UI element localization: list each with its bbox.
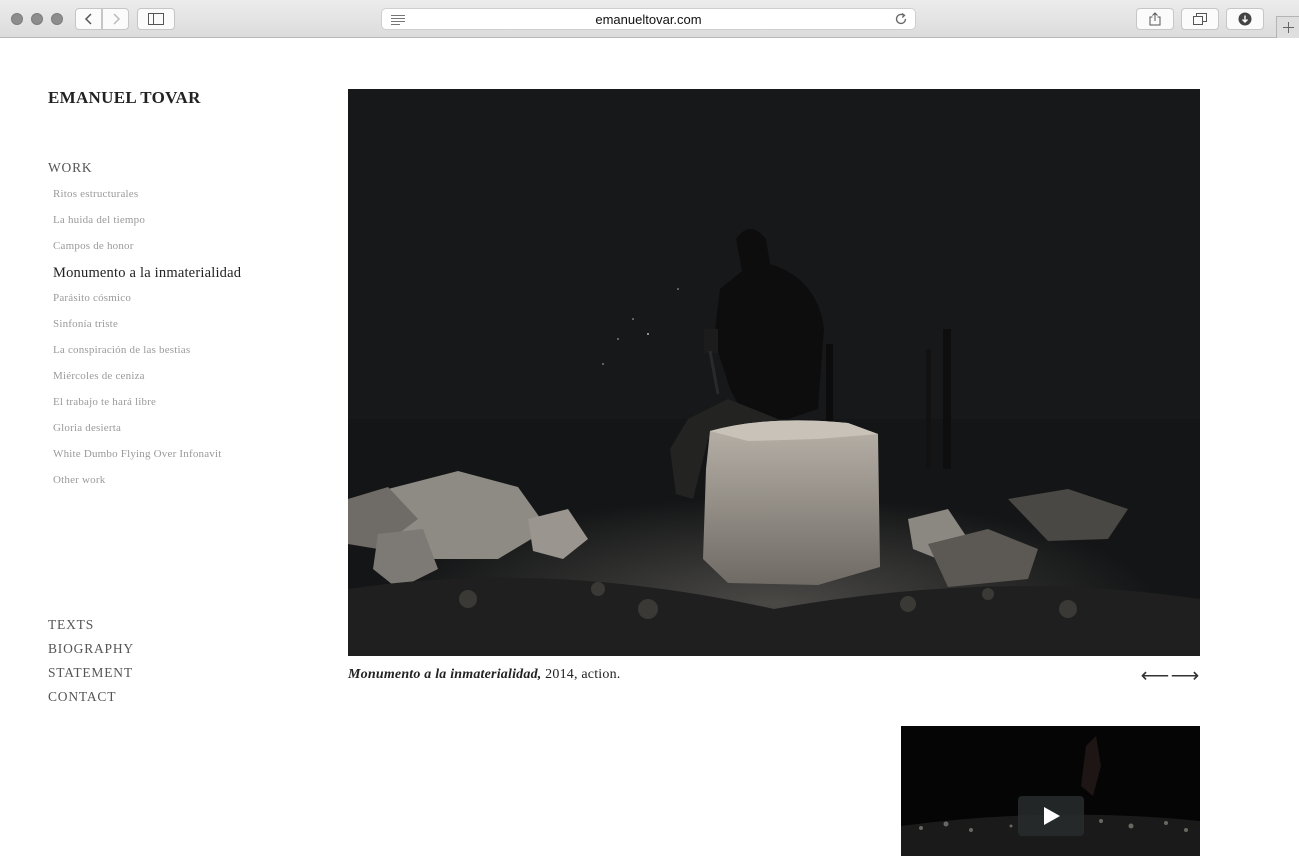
- nav-statement-link[interactable]: STATEMENT: [48, 664, 134, 688]
- tabs-overview-button[interactable]: [1181, 8, 1219, 30]
- sidebar-icon: [148, 13, 164, 25]
- video-player[interactable]: [901, 726, 1200, 856]
- reload-icon[interactable]: [894, 12, 908, 26]
- work-item[interactable]: Miércoles de ceniza: [53, 368, 241, 394]
- work-item[interactable]: White Dumbo Flying Over Infonavit: [53, 446, 241, 472]
- artwork-title: Monumento a la inmaterialidad,: [348, 667, 542, 682]
- zoom-window-button[interactable]: [51, 13, 63, 25]
- video-thumbnail: [901, 726, 1200, 856]
- downloads-button[interactable]: [1226, 8, 1264, 30]
- site-title[interactable]: EMANUEL TOVAR: [48, 88, 201, 108]
- work-item[interactable]: El trabajo te hará libre: [53, 394, 241, 420]
- previous-arrow-icon[interactable]: ⟵: [1140, 663, 1170, 688]
- chevron-right-icon: [112, 13, 120, 25]
- forward-button[interactable]: [102, 8, 129, 30]
- page-nav: TEXTS BIOGRAPHY STATEMENT CONTACT: [48, 616, 134, 712]
- play-icon: [1044, 807, 1060, 825]
- next-arrow-icon[interactable]: ⟶: [1170, 663, 1200, 688]
- artwork-caption: Monumento a la inmaterialidad, 2014, act…: [348, 667, 621, 683]
- gallery-arrows: ⟵⟶: [1140, 663, 1200, 688]
- share-button[interactable]: [1136, 8, 1174, 30]
- chevron-left-icon: [84, 13, 92, 25]
- work-item[interactable]: Ritos estructurales: [53, 186, 241, 212]
- artist-breaking-stone-photo: [348, 89, 1200, 656]
- nav-texts-link[interactable]: TEXTS: [48, 616, 134, 640]
- nav-biography-link[interactable]: BIOGRAPHY: [48, 640, 134, 664]
- tabs-icon: [1193, 13, 1207, 25]
- nav-work-heading[interactable]: WORK: [48, 160, 92, 176]
- minimize-window-button[interactable]: [31, 13, 43, 25]
- back-button[interactable]: [75, 8, 102, 30]
- work-item[interactable]: La conspiración de las bestias: [53, 342, 241, 368]
- plus-icon: [1282, 22, 1294, 33]
- play-button[interactable]: [1018, 796, 1084, 836]
- nav-contact-link[interactable]: CONTACT: [48, 688, 134, 712]
- work-item[interactable]: Campos de honor: [53, 238, 241, 264]
- work-item[interactable]: Gloria desierta: [53, 420, 241, 446]
- work-list: Ritos estructurales La huida del tiempo Ca…: [53, 186, 241, 498]
- address-bar[interactable]: emanueltovar.com: [381, 8, 916, 30]
- share-icon: [1149, 12, 1161, 26]
- artwork-details: 2014, action.: [541, 667, 621, 682]
- artwork-photo: [348, 89, 1200, 656]
- work-item[interactable]: Parásito cósmico: [53, 290, 241, 316]
- url-text: emanueltovar.com: [595, 12, 702, 27]
- work-item[interactable]: La huida del tiempo: [53, 212, 241, 238]
- close-window-button[interactable]: [11, 13, 23, 25]
- browser-toolbar: emanueltovar.com: [0, 0, 1299, 38]
- work-item[interactable]: Other work: [53, 472, 241, 498]
- download-icon: [1238, 12, 1252, 26]
- new-tab-button[interactable]: [1276, 16, 1299, 38]
- work-item[interactable]: Sinfonía triste: [53, 316, 241, 342]
- work-item[interactable]: Monumento a la inmaterialidad: [53, 264, 241, 290]
- sidebar-toggle-button[interactable]: [137, 8, 175, 30]
